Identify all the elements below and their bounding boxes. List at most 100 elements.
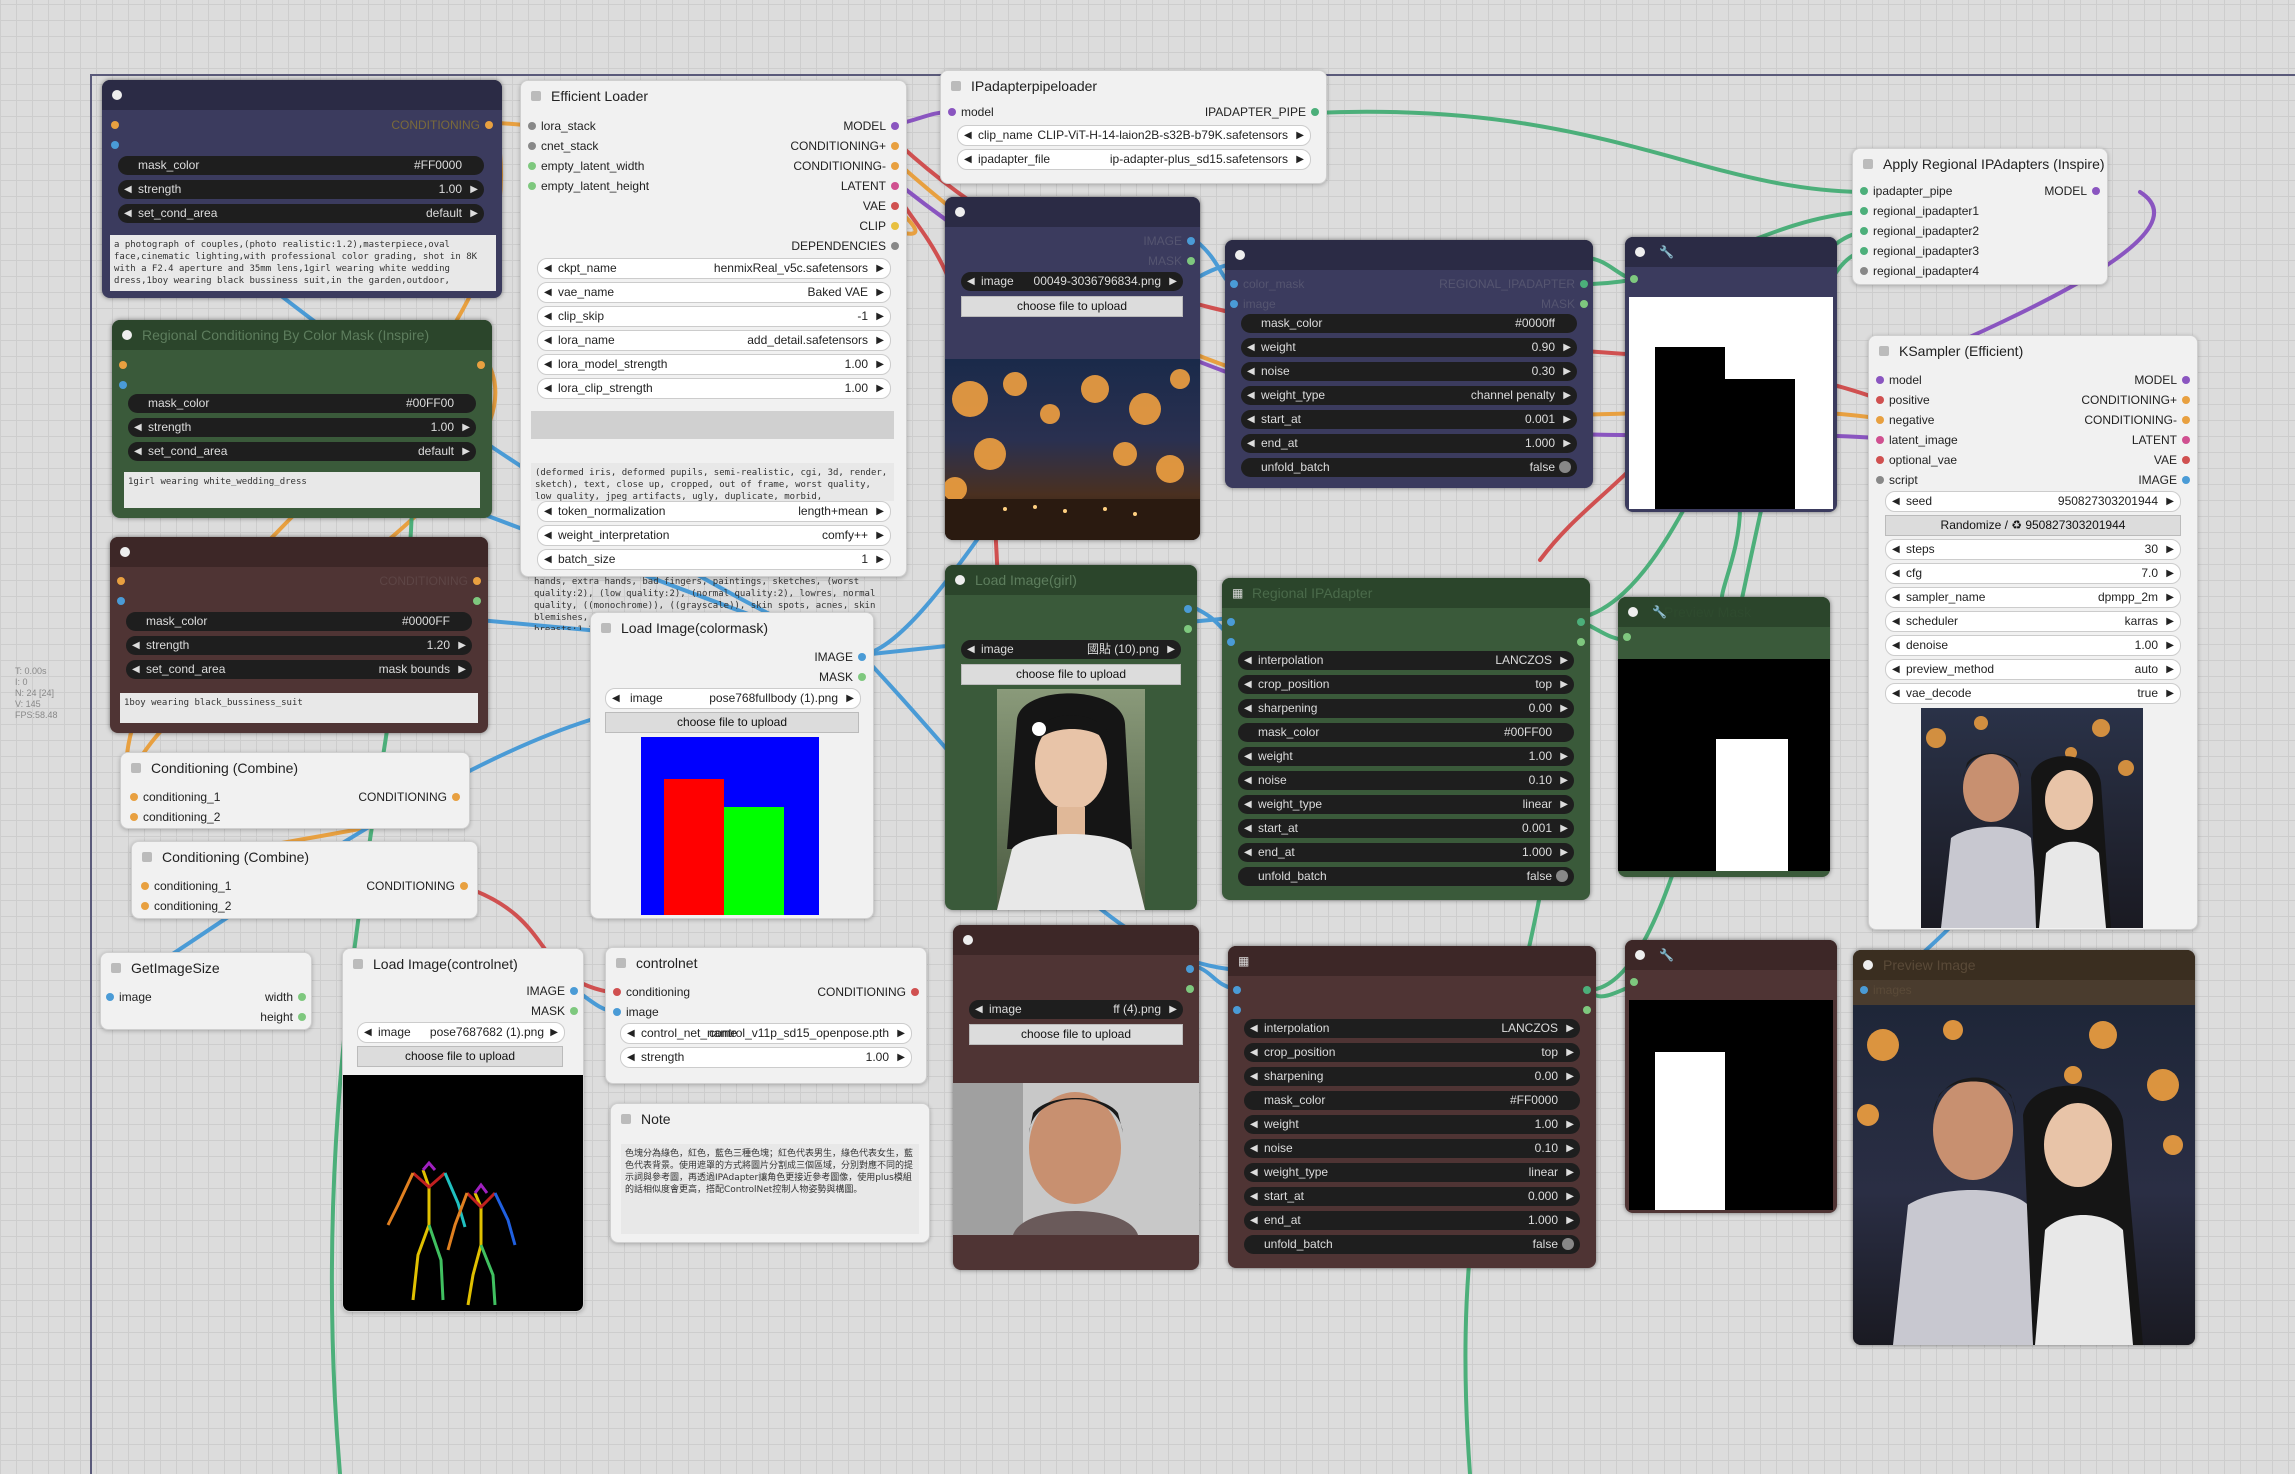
image-select-widget[interactable]: ◀ image 國貼 (10).png ▶ bbox=[961, 640, 1181, 659]
noise-widget[interactable]: ◀ noise 0.10 ▶ bbox=[1238, 771, 1574, 790]
node-header[interactable]: KSampler (Efficient) bbox=[1869, 336, 2197, 366]
start-at-widget[interactable]: ◀ start_at 0.001 ▶ bbox=[1238, 819, 1574, 838]
start-at-widget[interactable]: ◀ start_at 0.001 ▶ bbox=[1241, 410, 1577, 429]
interpolation-widget[interactable]: ◀ interpolation LANCZOS ▶ bbox=[1244, 1019, 1580, 1038]
start-at-widget[interactable]: ◀ start_at 0.000 ▶ bbox=[1244, 1187, 1580, 1206]
choose-file-button[interactable]: choose file to upload bbox=[969, 1024, 1183, 1045]
control-net-name-widget[interactable]: ◀ control_net_name control_v11p_sd15_openp… bbox=[620, 1023, 912, 1044]
interpolation-widget[interactable]: ◀ interpolation LANCZOS ▶ bbox=[1238, 651, 1574, 670]
randomize-button[interactable]: Randomize / ♻ 950827303201944 bbox=[1885, 515, 2181, 536]
noise-widget[interactable]: ◀ noise 0.10 ▶ bbox=[1244, 1139, 1580, 1158]
conditioning-combine-node-1[interactable]: Conditioning (Combine) conditioning_1 co… bbox=[120, 752, 470, 829]
input-mask[interactable] bbox=[1629, 271, 1643, 287]
region-conditioning-node-2[interactable]: Regional Conditioning By Color Mask (Ins… bbox=[112, 320, 492, 518]
region-conditioning-node-1[interactable]: CONDITIONING mask_color #FF0000 ◀ strength… bbox=[102, 80, 502, 298]
input-socket-color-mask[interactable] bbox=[116, 593, 130, 609]
load-image-girl-node[interactable]: Load Image(girl) ◀ image 國貼 (10).png ▶ choo… bbox=[945, 565, 1197, 910]
output-width[interactable]: width bbox=[265, 989, 307, 1005]
input-image[interactable]: image bbox=[105, 989, 152, 1005]
output-socket-extra[interactable] bbox=[468, 593, 482, 609]
collapse-dot[interactable] bbox=[142, 852, 152, 862]
negative-prompt-textarea[interactable]: (deformed iris, deformed pupils, semi-re… bbox=[531, 463, 894, 501]
image-select-widget[interactable]: ◀ image 00049-3036796834.png ▶ bbox=[961, 272, 1183, 291]
collapse-dot[interactable] bbox=[955, 575, 965, 585]
input-image[interactable]: image bbox=[612, 1004, 659, 1020]
ipadapter-file-widget[interactable]: ◀ ipadapter_file ip-adapter-plus_sd15.safe… bbox=[957, 149, 1311, 170]
set-cond-area-widget[interactable]: ◀ set_cond_area default ▶ bbox=[128, 442, 476, 461]
input-regional-ipadapter-1[interactable]: regional_ipadapter1 bbox=[1859, 203, 1979, 219]
vae-decode-widget[interactable]: ◀ vae_decode true ▶ bbox=[1885, 683, 2181, 704]
collapse-dot[interactable] bbox=[616, 958, 626, 968]
collapse-dot[interactable] bbox=[621, 1114, 631, 1124]
end-at-widget[interactable]: ◀ end_at 1.000 ▶ bbox=[1241, 434, 1577, 453]
strength-widget[interactable]: ◀ strength 1.00 ▶ bbox=[620, 1047, 912, 1068]
crop-position-widget[interactable]: ◀ crop_position top ▶ bbox=[1238, 675, 1574, 694]
input-lora-stack[interactable]: lora_stack bbox=[527, 118, 596, 134]
input-cnet-stack[interactable]: cnet_stack bbox=[527, 138, 598, 154]
node-header[interactable]: Apply Regional IPAdapters (Inspire) bbox=[1853, 149, 2107, 179]
collapse-dot[interactable] bbox=[1635, 950, 1645, 960]
lora-name-widget[interactable]: ◀ lora_name add_detail.safetensors ▶ bbox=[537, 330, 891, 351]
node-header[interactable]: Regional Conditioning By Color Mask (Ins… bbox=[112, 320, 492, 350]
lora-model-strength-widget[interactable]: ◀ lora_model_strength 1.00 ▶ bbox=[537, 354, 891, 375]
prompt-textarea[interactable]: a photograph of couples,(photo realistic… bbox=[110, 235, 496, 291]
output-socket-conditioning[interactable]: CONDITIONING bbox=[391, 117, 494, 133]
output-clip[interactable]: CLIP bbox=[859, 218, 900, 234]
seed-widget[interactable]: ◀ seed 950827303201944 ▶ bbox=[1885, 491, 2181, 512]
vae-name-widget[interactable]: ◀ vae_name Baked VAE ▶ bbox=[537, 282, 891, 303]
load-image-controlnet-node[interactable]: Load Image(controlnet) IMAGE MASK ◀ image… bbox=[342, 948, 584, 1312]
output-image[interactable]: IMAGE bbox=[1143, 233, 1196, 249]
node-header[interactable]: 🔧 bbox=[1625, 237, 1837, 267]
load-image-colormask-node[interactable]: Load Image(colormask) IMAGE MASK ◀ image p… bbox=[590, 612, 874, 919]
node-header[interactable]: IPadapterpipeloader bbox=[941, 71, 1326, 101]
output-regional-ipadapter[interactable]: REGIONAL_IPADAPTER bbox=[1439, 276, 1589, 292]
input-conditioning-1[interactable]: conditioning_1 bbox=[140, 878, 231, 894]
output-mask[interactable] bbox=[1572, 634, 1586, 650]
collapse-dot[interactable] bbox=[1628, 607, 1638, 617]
input-empty-latent-width[interactable]: empty_latent_width bbox=[527, 158, 644, 174]
strength-widget[interactable]: ◀ strength 1.00 ▶ bbox=[128, 418, 476, 437]
collapse-dot[interactable] bbox=[353, 959, 363, 969]
weight-widget[interactable]: ◀ weight 1.00 ▶ bbox=[1244, 1115, 1580, 1134]
crop-position-widget[interactable]: ◀ crop_position top ▶ bbox=[1244, 1043, 1580, 1062]
image-select-widget[interactable]: ◀ image pose768fullbody (1).png ▶ bbox=[605, 688, 861, 709]
choose-file-button[interactable]: choose file to upload bbox=[961, 664, 1181, 685]
region-conditioning-node-3[interactable]: CONDITIONING mask_color #0000FF ◀ strength… bbox=[110, 537, 488, 733]
regional-ipadapter-node-2[interactable]: ▦ Regional IPAdapter ◀ interpolation LANCZO… bbox=[1222, 578, 1590, 900]
output-image[interactable]: IMAGE bbox=[526, 983, 579, 999]
node-header[interactable]: 🔧 Preview Mask bbox=[1618, 597, 1830, 627]
efficient-loader-node[interactable]: Efficient Loader lora_stack cnet_stack e… bbox=[520, 80, 907, 577]
input-regional-ipadapter-3[interactable]: regional_ipadapter3 bbox=[1859, 243, 1979, 259]
collapse-dot[interactable] bbox=[955, 207, 965, 217]
collapse-dot[interactable] bbox=[951, 81, 961, 91]
input-conditioning[interactable]: conditioning bbox=[612, 984, 690, 1000]
input-latent-image[interactable]: latent_image bbox=[1875, 432, 1958, 448]
collapse-dot[interactable] bbox=[1863, 960, 1873, 970]
output-mask[interactable]: MASK bbox=[1148, 253, 1196, 269]
mask-color-widget[interactable]: mask_color #00FF00 bbox=[1238, 723, 1574, 742]
input-optional-vae[interactable]: optional_vae bbox=[1875, 452, 1957, 468]
input-model[interactable]: model bbox=[1875, 372, 1922, 388]
collapse-dot[interactable] bbox=[1235, 250, 1245, 260]
output-image[interactable]: IMAGE bbox=[814, 649, 867, 665]
input-socket-clip[interactable] bbox=[110, 117, 124, 133]
node-header[interactable] bbox=[945, 197, 1200, 227]
input-conditioning-2[interactable]: conditioning_2 bbox=[140, 898, 231, 914]
input-color-mask[interactable] bbox=[1232, 982, 1246, 998]
input-color-mask[interactable] bbox=[1226, 614, 1240, 630]
output-socket-conditioning[interactable] bbox=[472, 357, 486, 373]
output-vae[interactable]: VAE bbox=[2154, 452, 2191, 468]
collapse-dot[interactable] bbox=[531, 91, 541, 101]
node-header[interactable]: Preview Image bbox=[1853, 950, 2195, 980]
input-socket-color-mask[interactable] bbox=[118, 377, 132, 393]
image-select-widget[interactable]: ◀ image ff (4).png ▶ bbox=[969, 1000, 1183, 1019]
input-images[interactable]: images bbox=[1859, 982, 1912, 998]
output-ipadapter-pipe[interactable]: IPADAPTER_PIPE bbox=[1205, 104, 1320, 120]
unfold-batch-toggle[interactable]: unfold_batch false bbox=[1244, 1235, 1580, 1254]
unfold-batch-toggle[interactable]: unfold_batch false bbox=[1238, 867, 1574, 886]
output-conditioning[interactable]: CONDITIONING bbox=[366, 878, 469, 894]
noise-widget[interactable]: ◀ noise 0.30 ▶ bbox=[1241, 362, 1577, 381]
output-conditioning[interactable]: CONDITIONING bbox=[817, 984, 920, 1000]
regional-ipadapter-node-1[interactable]: color_mask image REGIONAL_IPADAPTER MASK… bbox=[1225, 240, 1593, 488]
input-mask[interactable] bbox=[1629, 974, 1643, 990]
